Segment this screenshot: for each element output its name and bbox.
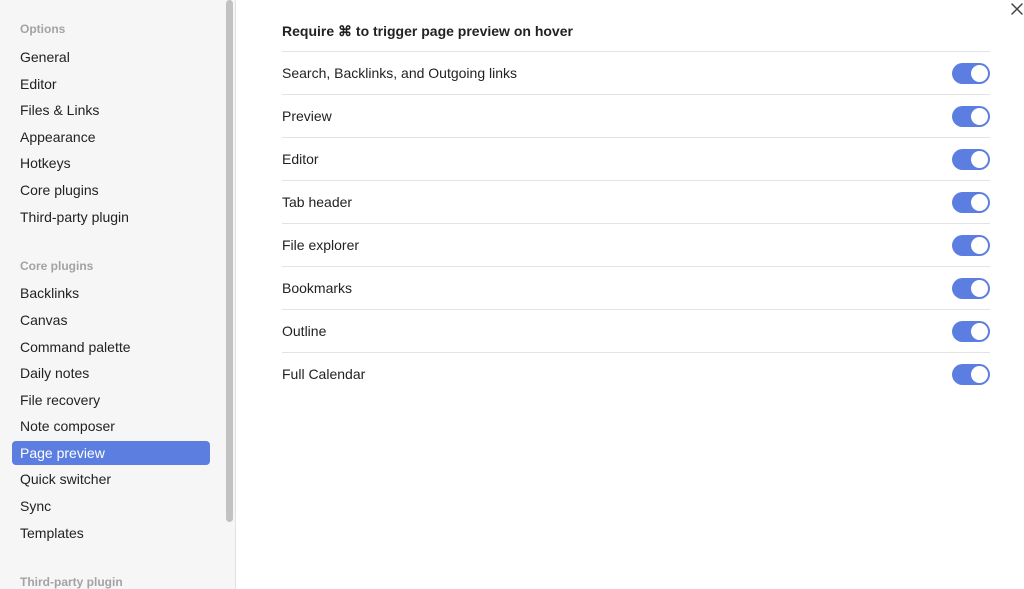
sidebar-item-quick-switcher[interactable]: Quick switcher	[12, 467, 210, 491]
toggle-editor[interactable]	[952, 149, 990, 170]
sidebar-item-sync[interactable]: Sync	[12, 494, 210, 518]
settings-sidebar: Options General Editor Files & Links App…	[0, 0, 224, 589]
close-button[interactable]	[1009, 1, 1024, 17]
sidebar-section-core-plugins: Core plugins	[20, 259, 94, 273]
sidebar-item-hotkeys[interactable]: Hotkeys	[12, 151, 210, 175]
toggle-outline[interactable]	[952, 321, 990, 342]
toggle-knob	[971, 194, 988, 211]
toggle-knob	[971, 151, 988, 168]
sidebar-item-templates[interactable]: Templates	[12, 521, 210, 545]
sidebar-item-canvas[interactable]: Canvas	[12, 308, 210, 332]
toggle-knob	[971, 280, 988, 297]
toggle-search-backlinks-outgoing[interactable]	[952, 63, 990, 84]
toggle-knob	[971, 366, 988, 383]
settings-window: Options General Editor Files & Links App…	[0, 0, 1024, 589]
setting-row-outline: Outline	[282, 310, 990, 353]
setting-label: Search, Backlinks, and Outgoing links	[282, 65, 518, 81]
setting-row-bookmarks: Bookmarks	[282, 267, 990, 310]
sidebar-item-daily-notes[interactable]: Daily notes	[12, 361, 210, 385]
toggle-tab-header[interactable]	[952, 192, 990, 213]
toggle-knob	[971, 108, 988, 125]
sidebar-scrollbar-thumb[interactable]	[226, 0, 233, 522]
setting-label: Outline	[282, 323, 327, 339]
sidebar-section-options: Options	[20, 22, 66, 36]
setting-label: Preview	[282, 108, 332, 124]
setting-label: Tab header	[282, 194, 353, 210]
sidebar-item-core-plugins[interactable]: Core plugins	[12, 178, 210, 202]
toggle-preview[interactable]	[952, 106, 990, 127]
setting-row-search-backlinks-outgoing: Search, Backlinks, and Outgoing links	[282, 52, 990, 95]
setting-label: Full Calendar	[282, 366, 366, 382]
sidebar-item-note-composer[interactable]: Note composer	[12, 414, 210, 438]
sidebar-item-file-recovery[interactable]: File recovery	[12, 388, 210, 412]
sidebar-item-appearance[interactable]: Appearance	[12, 125, 210, 149]
sidebar-item-general[interactable]: General	[12, 45, 210, 69]
setting-label: File explorer	[282, 237, 360, 253]
setting-label: Editor	[282, 151, 319, 167]
sidebar-item-backlinks[interactable]: Backlinks	[12, 281, 210, 305]
sidebar-item-third-party-plugin[interactable]: Third-party plugin	[12, 205, 210, 229]
setting-row-full-calendar: Full Calendar	[282, 353, 990, 396]
setting-row-preview: Preview	[282, 95, 990, 138]
setting-row-file-explorer: File explorer	[282, 224, 990, 267]
toggle-bookmarks[interactable]	[952, 278, 990, 299]
setting-label: Bookmarks	[282, 280, 353, 296]
sidebar-section-third-party-plugin: Third-party plugin	[20, 575, 123, 589]
setting-row-editor: Editor	[282, 138, 990, 181]
settings-content: Require ⌘ to trigger page preview on hov…	[237, 0, 1024, 589]
page-title: Require ⌘ to trigger page preview on hov…	[282, 23, 573, 39]
sidebar-item-page-preview[interactable]: Page preview	[12, 441, 210, 465]
toggle-file-explorer[interactable]	[952, 235, 990, 256]
sidebar-scrollbar[interactable]	[224, 0, 236, 589]
toggle-full-calendar[interactable]	[952, 364, 990, 385]
sidebar-item-files-links[interactable]: Files & Links	[12, 98, 210, 122]
sidebar-item-editor[interactable]: Editor	[12, 72, 210, 96]
toggle-knob	[971, 237, 988, 254]
close-icon	[1011, 3, 1023, 15]
toggle-knob	[971, 323, 988, 340]
toggle-knob	[971, 65, 988, 82]
sidebar-item-command-palette[interactable]: Command palette	[12, 335, 210, 359]
setting-row-tab-header: Tab header	[282, 181, 990, 224]
